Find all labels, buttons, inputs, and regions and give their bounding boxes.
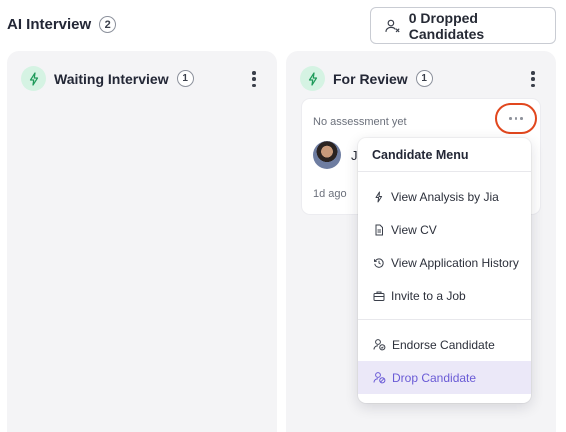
page-title-text: AI Interview (7, 16, 92, 33)
dropped-candidates-button[interactable]: 0 Dropped Candidates (370, 7, 556, 44)
menu-item-label: Drop Candidate (392, 370, 477, 385)
card-timestamp: 1d ago (313, 188, 347, 200)
menu-item-invite-to-job[interactable]: Invite to a Job (358, 279, 531, 312)
user-check-icon (373, 339, 386, 351)
bolt-icon (21, 66, 46, 91)
menu-item-view-analysis[interactable]: View Analysis by Jia (358, 180, 531, 213)
menu-item-endorse-candidate[interactable]: Endorse Candidate (358, 328, 531, 361)
column-title: Waiting Interview (54, 70, 169, 87)
candidate-name: J (351, 148, 358, 163)
menu-item-label: View CV (391, 222, 437, 237)
candidate-menu: Candidate Menu View Analysis by Jia View… (358, 138, 531, 403)
column-options-icon[interactable] (245, 69, 263, 89)
user-remove-icon (385, 19, 400, 32)
menu-title: Candidate Menu (372, 148, 469, 162)
column-waiting-interview: Waiting Interview 1 (7, 51, 277, 432)
column-title: For Review (333, 70, 408, 87)
menu-item-label: Endorse Candidate (392, 337, 495, 352)
column-header: For Review 1 (300, 66, 433, 91)
menu-divider (358, 319, 531, 320)
history-icon (374, 257, 384, 268)
bolt-icon (375, 191, 383, 202)
document-icon (375, 224, 383, 235)
menu-item-label: View Analysis by Jia (391, 189, 499, 204)
menu-divider (358, 171, 531, 172)
menu-item-application-history[interactable]: View Application History (358, 246, 531, 279)
menu-item-label: View Application History (391, 255, 519, 270)
menu-item-view-cv[interactable]: View CV (358, 213, 531, 246)
bolt-icon (300, 66, 325, 91)
column-count-badge: 1 (415, 70, 433, 87)
card-more-options-button[interactable] (495, 103, 537, 134)
total-count-badge: 2 (99, 16, 117, 33)
column-options-icon[interactable] (524, 69, 542, 89)
column-header: Waiting Interview 1 (21, 66, 194, 91)
column-count-badge: 1 (176, 70, 194, 87)
briefcase-icon (373, 291, 385, 301)
dropped-candidates-label: 0 Dropped Candidates (408, 9, 485, 42)
menu-item-drop-candidate[interactable]: Drop Candidate (358, 361, 531, 394)
assessment-status: No assessment yet (313, 116, 407, 128)
page-title: AI Interview 2 (7, 16, 117, 33)
user-drop-icon (373, 372, 386, 384)
menu-item-label: Invite to a Job (391, 288, 466, 303)
avatar (313, 141, 341, 169)
